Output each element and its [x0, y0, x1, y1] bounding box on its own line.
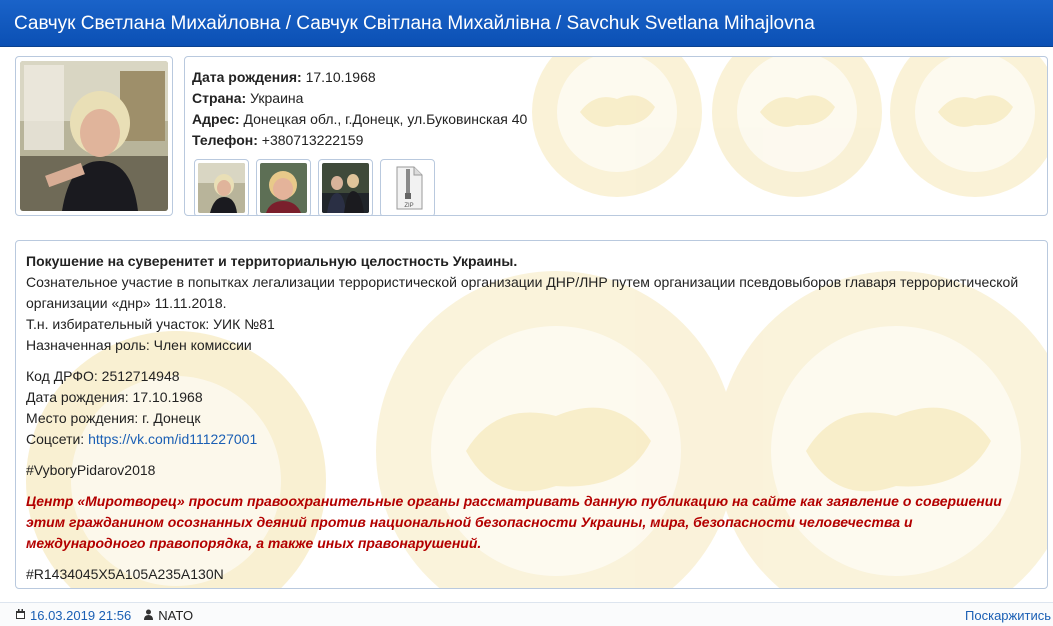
footer: 16.03.2019 21:56 NATO Поскаржитись — [0, 602, 1053, 626]
country-row: Страна: Украина — [192, 88, 527, 109]
post-date[interactable]: 16.03.2019 21:56 — [30, 608, 131, 623]
user-icon — [143, 608, 154, 623]
description-line-2: Т.н. избирательный участок: УИК №81 — [26, 316, 275, 332]
photo-thumbnail-1[interactable] — [194, 159, 249, 215]
info-panel: Дата рождения: 17.10.1968 Страна: Украин… — [184, 56, 1048, 216]
birth-place: Место рождения: г. Донецк — [26, 410, 201, 426]
record-code: #R1434045X5A105A235A130N — [26, 566, 224, 582]
country-label: Страна: — [192, 90, 247, 106]
phone-row: Телефон: +380713222159 — [192, 130, 527, 151]
photo-thumbnail-image — [322, 163, 369, 213]
photo-thumbnail-2[interactable] — [256, 159, 311, 215]
birth-date-row: Дата рождения: 17.10.1968 — [192, 67, 527, 88]
address-value: Донецкая обл., г.Донецк, ул.Буковинская … — [243, 111, 528, 127]
description-panel: Покушение на суверенитет и территориальн… — [15, 240, 1048, 589]
address-row: Адрес: Донецкая обл., г.Донецк, ул.Буков… — [192, 109, 527, 130]
drfo-code: Код ДРФО: 2512714948 — [26, 368, 180, 384]
photo-thumbnail-image — [260, 163, 307, 213]
post-author: NATO — [158, 608, 194, 623]
country-value: Украина — [250, 90, 304, 106]
zip-label: ZIP — [404, 203, 413, 209]
birth-date-label: Дата рождения: — [192, 69, 302, 85]
notice-text: Центр «Миротворец» просит правоохранител… — [26, 493, 1002, 551]
zip-download[interactable]: ZIP — [380, 159, 435, 215]
page-title: Савчук Светлана Михайловна / Савчук Світ… — [0, 0, 1053, 47]
phone-value: +380713222159 — [261, 132, 364, 148]
description-line-1: Сознательное участие в попытках легализа… — [26, 274, 1019, 311]
photo-thumbnails: ZIP — [194, 159, 435, 215]
hashtag: #VyboryPidarov2018 — [26, 462, 156, 478]
description-line-3: Назначенная роль: Член комиссии — [26, 337, 252, 353]
post-meta: 16.03.2019 21:56 NATO — [15, 608, 193, 623]
phone-label: Телефон: — [192, 132, 258, 148]
social-row: Соцсети: https://vk.com/id111227001 — [26, 429, 1026, 450]
description-birth-date: Дата рождения: 17.10.1968 — [26, 389, 203, 405]
complain-link[interactable]: Поскаржитись — [965, 608, 1051, 623]
profile-photo[interactable] — [20, 61, 168, 211]
description-heading: Покушение на суверенитет и территориальн… — [26, 253, 518, 269]
photo-thumbnail-image — [198, 163, 245, 213]
social-label: Соцсети: — [26, 431, 85, 447]
profile-photo-frame — [15, 56, 173, 216]
calendar-icon — [15, 608, 26, 623]
social-link[interactable]: https://vk.com/id111227001 — [88, 431, 257, 447]
birth-date-value: 17.10.1968 — [305, 69, 376, 85]
address-label: Адрес: — [192, 111, 240, 127]
zip-file-icon: ZIP — [384, 163, 431, 213]
photo-thumbnail-3[interactable] — [318, 159, 373, 215]
